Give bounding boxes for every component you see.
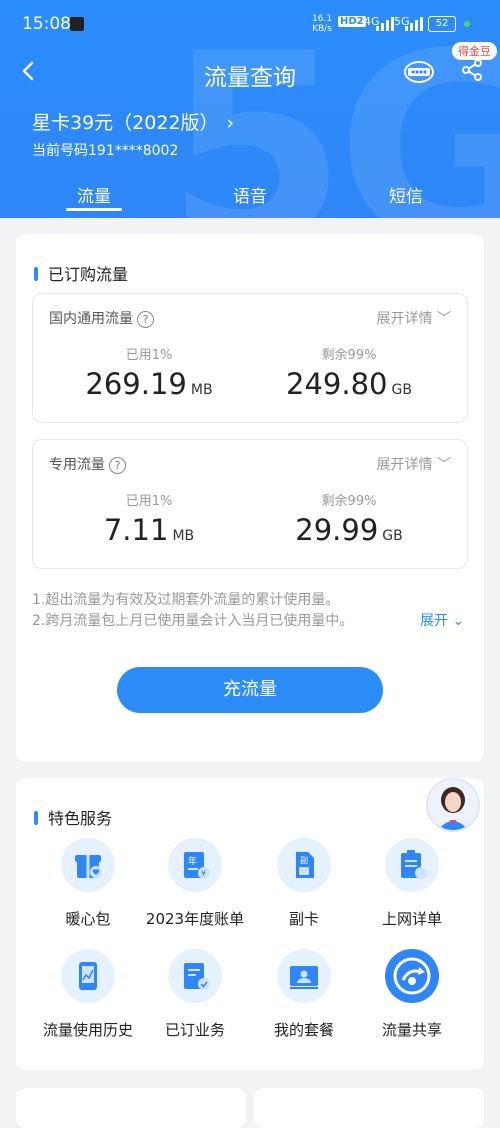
remaining-label: 剩余99% [321, 494, 377, 509]
net-speed-unit: KB/s [312, 24, 332, 34]
service-label: 暖心包 [65, 910, 111, 928]
share-icon[interactable] [460, 58, 484, 82]
assistant-avatar[interactable] [426, 778, 480, 832]
plan-selector[interactable]: 星卡39元（2022版） › [32, 108, 234, 135]
chevron-right-icon: › [226, 112, 235, 134]
status-bar: 15:08 16.1 KB/s HD2 4G 5G 52 [0, 0, 500, 48]
panel-title: 专用流量? [49, 454, 126, 474]
panel-title-text: 国内通用流量 [49, 311, 133, 327]
svg-text:¥: ¥ [201, 869, 206, 878]
service-gift-pack[interactable]: 暖心包 [33, 838, 143, 929]
subscribed-title: 已订购流量 [34, 261, 128, 285]
service-data-share[interactable]: 流量共享 [357, 949, 467, 1040]
panel-title: 国内通用流量? [49, 308, 154, 328]
used-column: 已用1% 269.19 MB [49, 344, 249, 401]
header: 5G 15:08 16.1 KB/s HD2 4G 5G 52 流量查询 得金豆 … [0, 0, 500, 218]
service-sub-card[interactable]: 副 副卡 [249, 838, 359, 929]
services-title: 特色服务 [34, 805, 112, 829]
service-label: 已订业务 [164, 1021, 225, 1039]
annual-bill-icon: 年 ¥ [168, 838, 222, 892]
service-annual-bill[interactable]: 年 ¥ 2023年度账单 [140, 838, 250, 929]
used-number: 269.19 [85, 367, 187, 401]
remaining-number: 249.80 [286, 367, 388, 401]
app-notification-icon [70, 17, 84, 31]
panel-title-text: 专用流量 [49, 457, 105, 473]
used-unit: MB [172, 528, 195, 544]
hd-icon: HD2 [338, 16, 366, 27]
expand-details-link[interactable]: 展开详情 ﹀ [377, 308, 451, 328]
net-speed: 16.1 KB/s [312, 14, 332, 34]
tab-bar: 流量 语音 短信 [0, 180, 500, 218]
tab-voice[interactable]: 语音 [210, 182, 290, 207]
sim-card-icon: 副 [277, 838, 331, 892]
battery-icon: 52 [428, 16, 456, 32]
gift-icon [61, 838, 115, 892]
remaining-value: 29.99 GB [249, 513, 449, 547]
service-label: 流量共享 [381, 1021, 442, 1039]
subscribed-services-icon [168, 949, 222, 1003]
help-icon[interactable]: ? [137, 311, 154, 328]
expand-details-link[interactable]: 展开详情 ﹀ [377, 454, 451, 474]
signal-bars-icon [372, 17, 396, 31]
expand-details-label: 展开详情 [376, 311, 433, 327]
service-label: 副卡 [288, 910, 319, 928]
used-value: 7.11 MB [49, 513, 249, 547]
title-accent-bar [34, 267, 38, 281]
current-number: 当前号码191****8002 [32, 143, 179, 159]
used-column: 已用1% 7.11 MB [49, 490, 249, 547]
svg-text:年: 年 [188, 855, 197, 867]
service-subscribed[interactable]: 已订业务 [140, 949, 250, 1040]
chevron-down-icon: ﹀ [437, 311, 451, 327]
plan-name: 星卡39元（2022版） [32, 112, 219, 134]
data-detail-icon [385, 838, 439, 892]
used-label: 已用1% [125, 494, 173, 509]
customer-service-10000-icon[interactable] [402, 58, 436, 86]
service-label: 我的套餐 [273, 1021, 334, 1039]
recharge-data-button[interactable]: 充流量 [117, 667, 383, 713]
remaining-column: 剩余99% 29.99 GB [249, 490, 449, 547]
used-unit: MB [190, 382, 213, 398]
bottom-card-right[interactable] [254, 1088, 484, 1128]
title-accent-bar [34, 811, 38, 825]
my-plan-icon [277, 949, 331, 1003]
service-my-plan[interactable]: 我的套餐 [249, 949, 359, 1040]
tab-data[interactable]: 流量 [54, 182, 134, 211]
usage-history-icon [61, 949, 115, 1003]
net-speed-value: 16.1 [312, 14, 333, 24]
expand-notes-link[interactable]: 展开 ⌄ [420, 610, 464, 630]
service-data-detail[interactable]: 上网详单 [357, 838, 467, 929]
remaining-label: 剩余99% [321, 348, 377, 363]
services-title-text: 特色服务 [48, 809, 113, 828]
used-number: 7.11 [103, 513, 169, 547]
bottom-card-left[interactable] [16, 1088, 246, 1128]
chevron-down-icon: ﹀ [437, 457, 451, 473]
expand-label: 展开 [420, 613, 448, 629]
remaining-unit: GB [382, 528, 403, 544]
remaining-column: 剩余99% 249.80 GB [249, 344, 449, 401]
charging-dot-icon [464, 21, 470, 27]
special-data-panel: 专用流量? 展开详情 ﹀ 已用1% 7.11 MB 剩余99% 29.99 GB [32, 439, 468, 569]
data-share-icon [385, 949, 439, 1003]
help-icon[interactable]: ? [109, 457, 126, 474]
subscribed-title-text: 已订购流量 [48, 265, 129, 284]
chevron-down-icon: ⌄ [452, 613, 465, 629]
note-line-1: 1.超出流量为有效及过期套外流量的累计使用量。 [32, 592, 340, 608]
note-line-2: 2.跨月流量包上月已使用量会计入当月已使用量中。 [32, 613, 354, 629]
used-label: 已用1% [125, 348, 173, 363]
signal-bars-icon [401, 17, 425, 31]
service-label: 流量使用历史 [42, 1021, 133, 1039]
remaining-number: 29.99 [295, 513, 379, 547]
domestic-data-panel: 国内通用流量? 展开详情 ﹀ 已用1% 269.19 MB 剩余99% 249.8… [32, 293, 468, 423]
tab-sms[interactable]: 短信 [366, 182, 446, 207]
service-label: 2023年度账单 [145, 910, 245, 928]
status-time: 15:08 [22, 14, 71, 34]
svg-text:副: 副 [300, 856, 308, 865]
remaining-value: 249.80 GB [249, 367, 449, 401]
expand-details-label: 展开详情 [376, 457, 433, 473]
service-usage-history[interactable]: 流量使用历史 [33, 949, 143, 1040]
used-value: 269.19 MB [49, 367, 249, 401]
service-label: 上网详单 [381, 910, 442, 928]
remaining-unit: GB [391, 382, 412, 398]
